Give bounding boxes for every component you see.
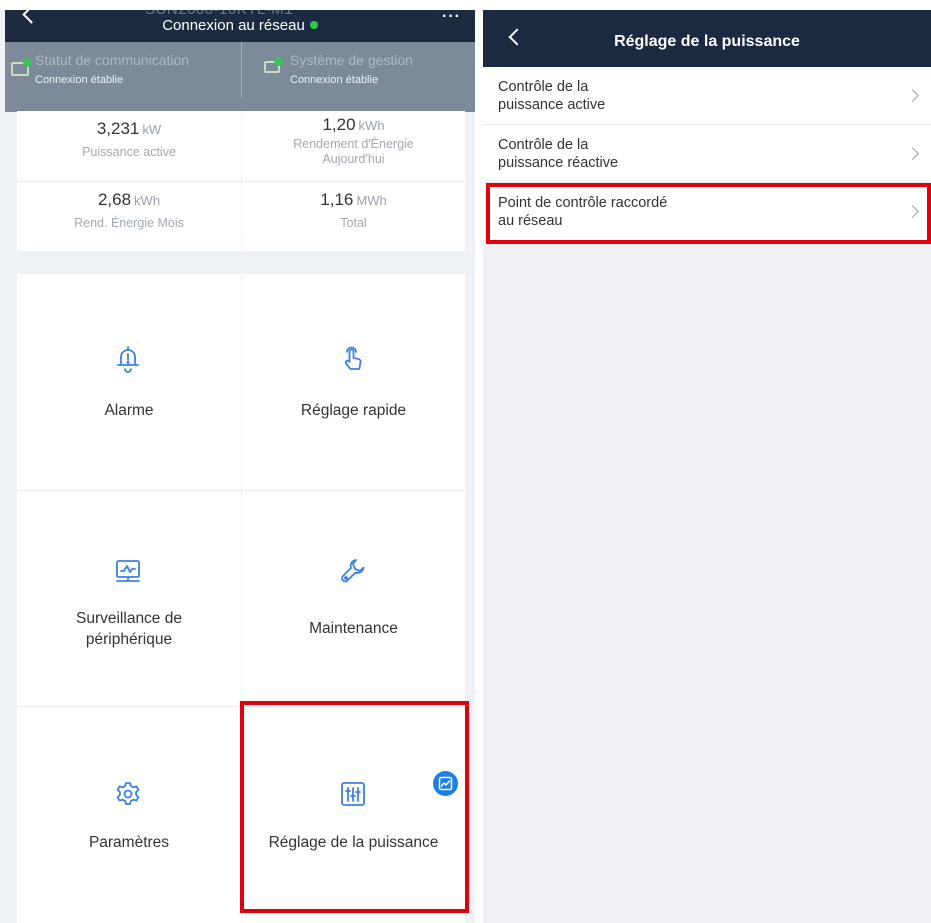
list-item-reactive-power-control[interactable]: Contrôle de la puissance réactive [483,125,931,183]
tile-parametres[interactable]: Paramètres [17,706,241,923]
tile-label: Surveillance de périphérique [76,610,182,648]
stat-energy-total: 1,16 MWh Total [241,181,465,251]
tile-label: Alarme [104,402,154,419]
management-system-value: Connexion établie [290,74,379,86]
chart-floating-button[interactable] [433,771,458,796]
wrench-icon [338,556,368,586]
status-dot-icon [309,21,318,29]
hand-touch-icon [338,344,368,374]
bell-alert-icon [113,344,143,374]
list-item-label: Contrôle de la puissance réactive [498,137,619,171]
stat-label: Rend. Énergie Mois [74,216,184,230]
communication-status-value: Connexion établie [35,74,124,86]
power-settings-screen: Réglage de la puissance Contrôle de la p… [483,10,931,923]
monitor-chart-icon [113,556,143,586]
list-item-active-power-control[interactable]: Contrôle de la puissance active [483,67,931,125]
stat-unit: MWh [356,193,387,208]
tile-label: Paramètres [88,834,170,851]
tile-maintenance[interactable]: Maintenance [241,490,465,706]
stat-energy-today: 1,20 kWh Rendement d'Énergie Aujourd'hui [241,111,465,181]
stat-unit: kW [142,122,162,137]
management-system-status: Système de gestion Connexion établie [241,42,475,98]
highlight-box-power-tile [240,701,469,913]
gear-icon [113,779,143,809]
connection-status-label: Connexion au réseau [162,17,305,34]
stat-unit: kWh [134,193,161,208]
chevron-right-icon [906,147,919,160]
stat-unit: kWh [358,118,385,133]
energy-stats: 3,231 kW Puissance active 1,20 kWh Rendeme… [17,111,465,251]
more-options-icon[interactable]: ··· [442,10,461,26]
stat-label: Rendement d'Énergie Aujourd'hui [293,137,414,166]
stat-label: Puissance active [82,145,176,159]
stat-energy-month: 2,68 kWh Rend. Énergie Mois [17,181,241,251]
tile-label: Réglage rapide [300,402,407,419]
line-chart-icon [438,776,453,791]
stat-value: 2,68 [97,190,132,209]
top-bar: SUN2000-10KTL-M1 Connexion au réseau ··· [5,10,475,42]
communication-status: Statut de communication Connexion établi… [5,42,240,98]
stat-active-power: 3,231 kW Puissance active [17,111,241,181]
stat-value: 1,16 [320,190,354,209]
tile-surveillance-peripherique[interactable]: Surveillance de périphérique [17,490,241,706]
stat-value: 1,20 [322,115,356,134]
tile-reglage-rapide[interactable]: Réglage rapide [241,274,465,490]
connection-status: Connexion au réseau [5,17,475,34]
tile-label: Maintenance [309,620,398,637]
highlight-box-grid-point [486,183,931,244]
list-item-label: Contrôle de la puissance active [498,79,606,113]
communication-status-title: Statut de communication [35,52,190,68]
management-system-icon [264,57,283,73]
communication-icon [11,58,32,76]
tile-alarme[interactable]: Alarme [17,274,241,490]
stat-value: 3,231 [96,119,140,138]
nav-bar: Réglage de la puissance [483,10,931,67]
device-header: SUN2000-10KTL-M1 Connexion au réseau ···… [5,10,475,112]
management-system-title: Système de gestion [290,52,413,68]
page-title: Réglage de la puissance [614,33,800,50]
chevron-right-icon [906,89,919,102]
stat-label: Total [340,216,367,230]
